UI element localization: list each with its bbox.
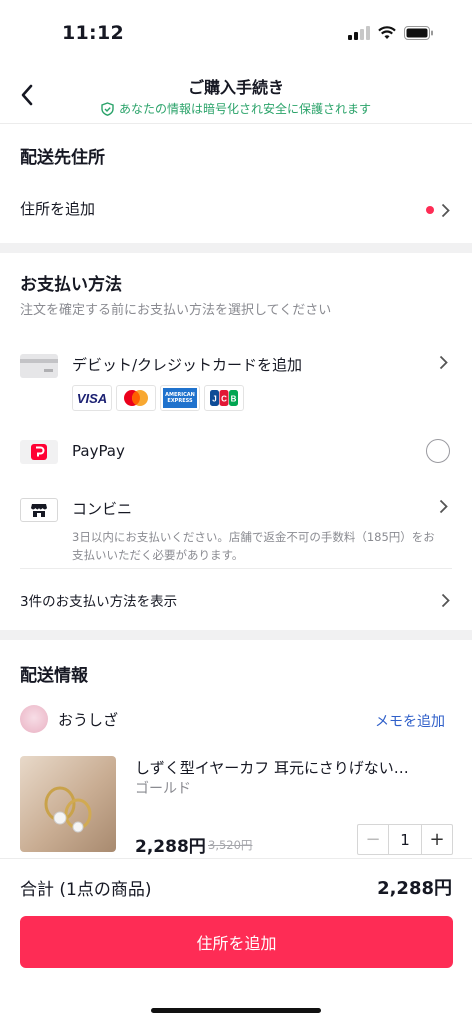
page-title: ご購入手続き: [187, 78, 284, 97]
product-price: 2,288円: [135, 837, 206, 857]
battery-icon: [404, 26, 433, 40]
product-image: [20, 756, 116, 852]
total-label: 合計 (1点の商品): [20, 880, 152, 900]
shipping-address-title: 配送先住所: [20, 148, 105, 168]
payment-title: お支払い方法: [20, 275, 122, 295]
status-bar: 11:12: [0, 0, 472, 64]
security-note-text: あなたの情報は暗号化され安全に保護されます: [118, 102, 371, 116]
paypay-row[interactable]: PayPay: [0, 432, 472, 472]
shop-avatar: [20, 705, 48, 733]
amex-logo: AMERICAN EXPRESS: [160, 385, 200, 411]
product-original-price: 3,520円: [208, 838, 253, 852]
product-variant: ゴールド: [135, 781, 191, 797]
total-value: 2,288円: [377, 878, 452, 899]
chevron-right-icon: [438, 590, 452, 610]
paypay-radio[interactable]: [426, 439, 450, 463]
more-payment-methods-row[interactable]: 3件のお支払い方法を表示: [0, 580, 472, 620]
security-note: あなたの情報は暗号化され安全に保護されます: [0, 100, 472, 117]
shield-icon: [101, 101, 114, 116]
paypay-label: PayPay: [72, 442, 125, 460]
add-address-label: 住所を追加: [20, 200, 96, 218]
konbini-label: コンビニ: [72, 500, 133, 518]
decrement-button[interactable]: −: [358, 825, 388, 854]
add-address-row[interactable]: 住所を追加: [0, 188, 472, 232]
row-divider: [20, 568, 452, 569]
svg-text:C: C: [221, 395, 227, 404]
visa-logo: VISA: [72, 385, 112, 411]
jcb-logo: J C B: [204, 385, 244, 411]
store-icon: [20, 498, 58, 522]
chevron-right-icon: [436, 496, 450, 516]
add-card-label: デビット/クレジットカードを追加: [72, 356, 303, 374]
section-divider: [0, 243, 472, 253]
quantity-stepper: − 1 +: [357, 824, 453, 855]
konbini-note: 3日以内にお支払いください。店舗で返金不可の手数料（185円）をお支払いいただく…: [72, 530, 435, 562]
svg-text:B: B: [231, 395, 237, 404]
credit-card-icon: [20, 354, 58, 378]
quantity-value[interactable]: 1: [388, 825, 422, 854]
konbini-row[interactable]: コンビニ 3日以内にお支払いください。店舗で返金不可の手数料（185円）をお支払…: [0, 492, 472, 562]
delivery-title: 配送情報: [20, 666, 88, 686]
more-payment-methods-label: 3件のお支払い方法を表示: [20, 594, 178, 610]
add-memo-link[interactable]: メモを追加: [375, 711, 445, 731]
shop-name: おうしざ: [58, 711, 119, 729]
chevron-right-icon: [436, 352, 450, 372]
home-indicator: [151, 1008, 321, 1013]
card-logos: VISA AMERICAN EXPRESS J C B: [72, 385, 244, 411]
product-name: しずく型イヤーカフ 耳元にさりげない…: [135, 759, 409, 777]
signal-icon: [348, 26, 370, 40]
chevron-right-icon: [438, 200, 452, 220]
add-address-button[interactable]: 住所を追加: [20, 916, 453, 968]
increment-button[interactable]: +: [422, 825, 452, 854]
required-dot: [426, 206, 434, 214]
paypay-icon: [20, 440, 58, 464]
mastercard-logo: [116, 385, 156, 411]
status-icons: [348, 26, 434, 40]
svg-text:J: J: [212, 395, 216, 404]
status-time: 11:12: [62, 22, 124, 44]
nav-header: ご購入手続き あなたの情報は暗号化され安全に保護されます: [0, 64, 472, 124]
wifi-icon: [378, 26, 396, 39]
section-divider: [0, 630, 472, 640]
payment-instruction: 注文を確定する前にお支払い方法を選択してください: [20, 303, 332, 318]
